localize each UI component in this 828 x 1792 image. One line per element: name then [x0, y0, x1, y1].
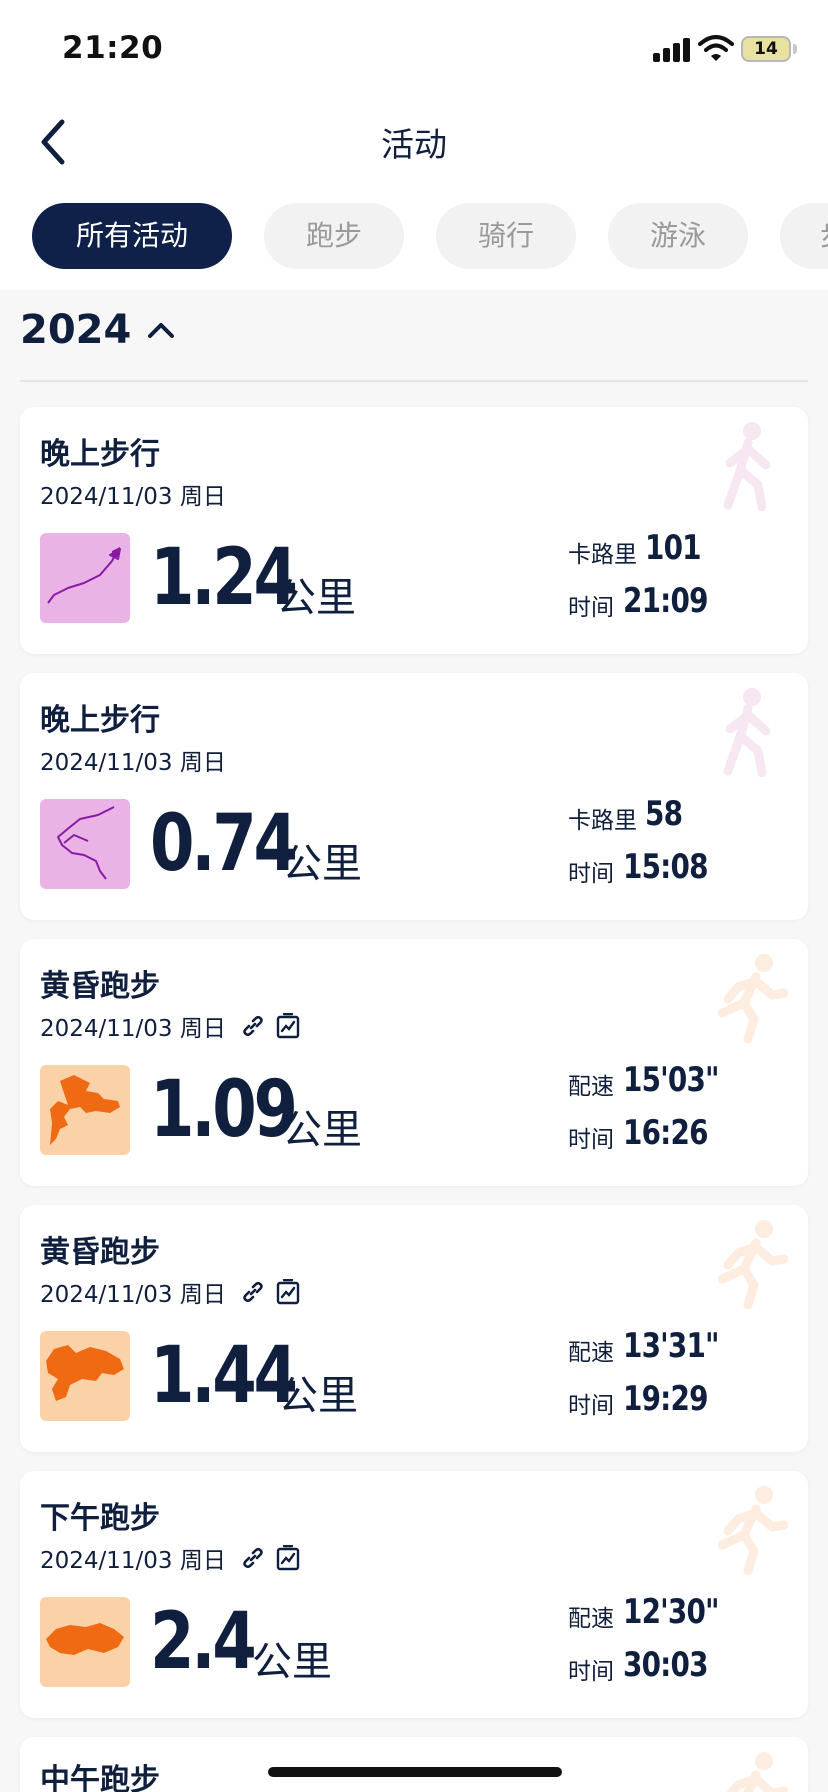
- nav-bar: 活动: [0, 100, 828, 184]
- activity-title: 下午跑步: [40, 1501, 160, 1536]
- activity-date-row: 2024/11/03 周日: [40, 1011, 300, 1042]
- link-icon: [243, 1281, 263, 1303]
- filter-swimming[interactable]: 游泳: [608, 203, 748, 269]
- stat-value-pace: 13'31": [623, 1326, 720, 1366]
- distance-unit: 公里: [278, 1373, 358, 1419]
- activity-distance: 1.09: [150, 1065, 298, 1155]
- stat-label-time: 时间: [568, 1127, 614, 1153]
- activity-date: 2024/11/03 周日: [40, 484, 226, 510]
- link-icon: [243, 1547, 263, 1569]
- activity-date-row: 2024/11/03 周日: [40, 1277, 300, 1308]
- signal-icon: [653, 38, 691, 62]
- activity-card[interactable]: 晚上步行 2024/11/03 周日 0.74 公里 卡路里 58 时间 15:…: [20, 673, 808, 920]
- home-indicator[interactable]: [268, 1767, 562, 1777]
- walking-person-icon: [723, 688, 771, 777]
- filter-cycling[interactable]: 骑行: [436, 203, 576, 269]
- chart-icon: [276, 1545, 300, 1571]
- activity-card[interactable]: 中午跑步: [20, 1737, 808, 1792]
- activity-date: 2024/11/03 周日: [40, 1548, 226, 1574]
- chart-icon: [276, 1013, 300, 1039]
- stat-label-calories: 卡路里: [568, 542, 637, 568]
- stat-value-pace: 15'03": [623, 1060, 720, 1100]
- activity-card[interactable]: 晚上步行 2024/11/03 周日 1.24 公里 卡路里 101 时间 21…: [20, 407, 808, 654]
- activity-card[interactable]: 黄昏跑步 2024/11/03 周日 1.44 公里 配速 13'31" 时间 …: [20, 1205, 808, 1452]
- filter-running[interactable]: 跑步: [264, 203, 404, 269]
- activity-date-row: 2024/11/03 周日: [40, 745, 226, 776]
- distance-unit: 公里: [276, 575, 356, 621]
- route-thumbnail: [40, 1597, 130, 1687]
- stat-label-time: 时间: [568, 861, 614, 887]
- activity-distance: 2.4: [150, 1597, 257, 1687]
- link-icon: [243, 1015, 263, 1037]
- running-person-icon: [717, 954, 788, 1043]
- stat-value-time: 16:26: [623, 1113, 708, 1153]
- filter-walking[interactable]: 步: [780, 203, 828, 269]
- distance-unit: 公里: [282, 841, 362, 887]
- route-thumbnail: [40, 1065, 130, 1155]
- chart-icon: [276, 1279, 300, 1305]
- stat-value-time: 19:29: [623, 1379, 708, 1419]
- route-thumbnail: [40, 799, 130, 889]
- stat-label-pace: 配速: [568, 1340, 614, 1366]
- running-person-icon: [726, 1752, 788, 1792]
- activity-distance: 0.74: [150, 799, 298, 889]
- activity-title: 晚上步行: [40, 437, 160, 472]
- status-bar: 21:20 14: [0, 0, 828, 100]
- filter-tabs: 所有活动 跑步 骑行 游泳 步: [0, 203, 828, 271]
- activity-title: 黄昏跑步: [40, 969, 160, 1004]
- stat-value-time: 21:09: [623, 581, 708, 621]
- filter-all[interactable]: 所有活动: [32, 203, 232, 269]
- stat-label-pace: 配速: [568, 1074, 614, 1100]
- stat-value-calories: 58: [645, 794, 683, 834]
- activity-date-row: 2024/11/03 周日: [40, 1543, 300, 1574]
- distance-unit: 公里: [252, 1639, 332, 1685]
- activity-distance: 1.24: [150, 533, 298, 623]
- battery-nub: [793, 44, 797, 54]
- stat-value-calories: 101: [645, 528, 702, 568]
- stat-label-time: 时间: [568, 1659, 614, 1685]
- activity-card[interactable]: 下午跑步 2024/11/03 周日 2.4 公里 配速 12'30" 时间 3…: [20, 1471, 808, 1718]
- activity-title: 中午跑步: [40, 1763, 160, 1792]
- stat-label-pace: 配速: [568, 1606, 614, 1632]
- walking-person-icon: [723, 422, 771, 511]
- battery-level: 14: [754, 39, 778, 59]
- route-thumbnail: [40, 1331, 130, 1421]
- battery-icon: 14: [741, 36, 791, 62]
- distance-unit: 公里: [282, 1107, 362, 1153]
- stat-value-time: 30:03: [623, 1645, 708, 1685]
- stat-value-time: 15:08: [623, 847, 708, 887]
- route-thumbnail: [40, 533, 130, 623]
- stat-label-calories: 卡路里: [568, 808, 637, 834]
- divider: [20, 380, 808, 382]
- page-title: 活动: [381, 125, 447, 164]
- stat-label-time: 时间: [568, 1393, 614, 1419]
- running-person-icon: [717, 1220, 788, 1309]
- activity-title: 黄昏跑步: [40, 1235, 160, 1270]
- status-time: 21:20: [62, 30, 164, 66]
- activity-date: 2024/11/03 周日: [40, 1282, 226, 1308]
- running-person-icon: [717, 1486, 788, 1575]
- activity-card[interactable]: 黄昏跑步 2024/11/03 周日 1.09 公里 配速 15'03" 时间 …: [20, 939, 808, 1186]
- year-toggle[interactable]: 2024: [20, 307, 176, 357]
- activity-date: 2024/11/03 周日: [40, 750, 226, 776]
- stat-label-time: 时间: [568, 595, 614, 621]
- wifi-icon: [698, 35, 734, 61]
- activity-date-row: 2024/11/03 周日: [40, 479, 226, 510]
- stat-value-pace: 12'30": [623, 1592, 720, 1632]
- year-label: 2024: [20, 307, 132, 353]
- chevron-up-icon: [148, 323, 175, 338]
- activity-date: 2024/11/03 周日: [40, 1016, 226, 1042]
- activity-title: 晚上步行: [40, 703, 160, 738]
- activity-distance: 1.44: [150, 1331, 298, 1421]
